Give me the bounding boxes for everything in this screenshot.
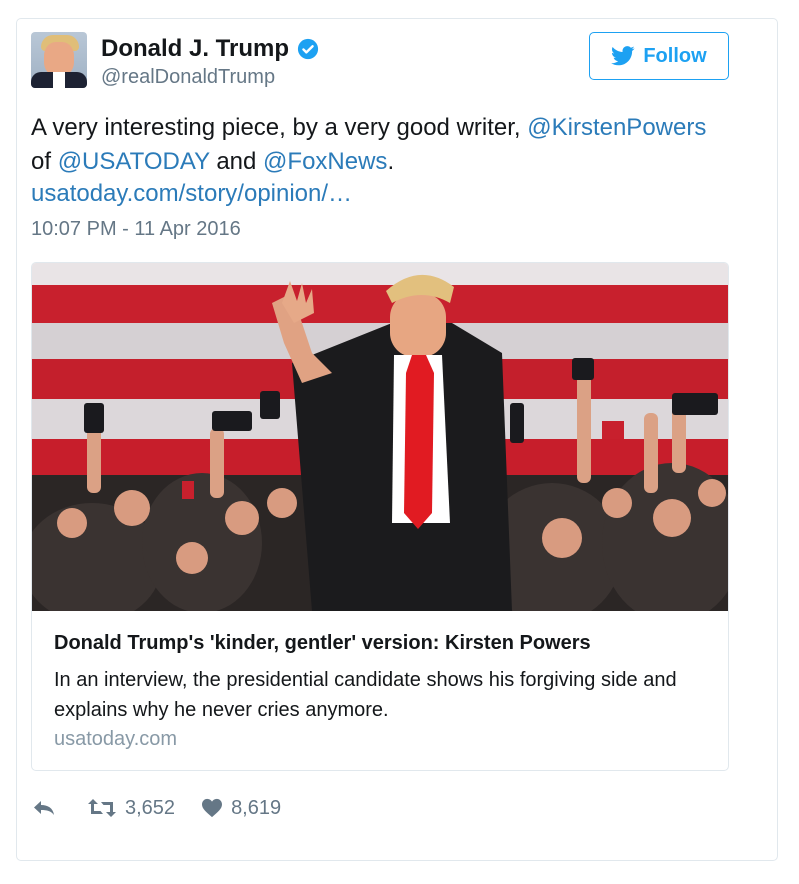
twitter-bird-icon [611, 46, 635, 66]
author-avatar[interactable] [31, 32, 87, 88]
like-count: 8,619 [231, 796, 282, 819]
link-preview-card[interactable]: Donald Trump's 'kinder, gentler' version… [31, 262, 729, 771]
reply-icon [34, 801, 54, 815]
tweet-text-segment: . [387, 148, 395, 175]
card-description: In an interview, the presidential candid… [54, 669, 677, 721]
reply-button[interactable] [31, 798, 57, 818]
tweet-text: A very interesting piece, by a very good… [31, 111, 741, 179]
tweet-text-segment: of [31, 148, 58, 175]
heart-icon [202, 798, 223, 818]
follow-button[interactable]: Follow [589, 32, 729, 80]
author-name-row[interactable]: Donald J. Trump [101, 35, 319, 63]
retweet-icon [88, 799, 116, 817]
mention-usatoday[interactable]: @USATODAY [58, 148, 210, 175]
author-handle[interactable]: @realDonaldTrump [101, 66, 275, 89]
retweet-button[interactable]: 3,652 [87, 797, 175, 820]
tweet-timestamp[interactable]: 10:07 PM - 11 Apr 2016 [31, 218, 241, 241]
tweet-link[interactable]: usatoday.com/story/opinion/… [31, 180, 352, 208]
tweet-text-segment: A very interesting piece, by a very good… [31, 114, 528, 141]
mention-foxnews[interactable]: @FoxNews [263, 148, 387, 175]
tweet-actions: 3,652 8,619 [31, 793, 281, 823]
verified-badge-icon [297, 38, 319, 60]
article-photo [32, 263, 728, 611]
follow-label: Follow [643, 44, 707, 67]
author-name[interactable]: Donald J. Trump [101, 35, 289, 63]
card-domain: usatoday.com [54, 728, 178, 750]
card-title[interactable]: Donald Trump's 'kinder, gentler' version… [54, 632, 591, 655]
retweet-count: 3,652 [125, 796, 176, 819]
tweet-text-segment: and [209, 148, 264, 175]
mention-kirstenpowers[interactable]: @KirstenPowers [527, 114, 706, 141]
like-button[interactable]: 8,619 [201, 797, 281, 820]
